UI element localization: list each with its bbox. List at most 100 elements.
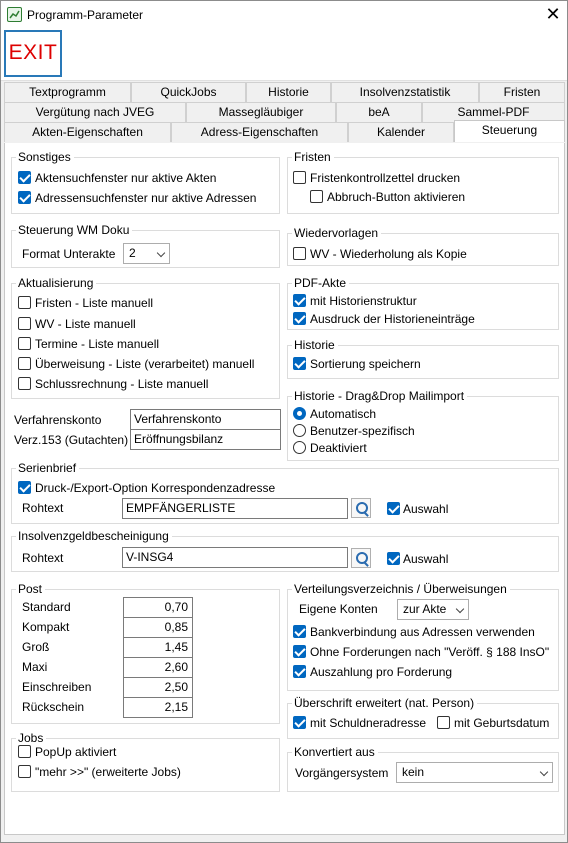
radio-benutzer-spezifisch[interactable] bbox=[293, 424, 306, 437]
checkbox-korrespondenzadresse[interactable] bbox=[18, 481, 31, 494]
input-verz153[interactable]: Eröffnungsbilanz bbox=[130, 429, 281, 450]
group-title-jobs: Jobs bbox=[16, 731, 47, 745]
toolbar bbox=[1, 29, 567, 81]
label-fristenkontrollzettel: Fristenkontrollzettel drucken bbox=[310, 171, 461, 185]
chevron-down-icon bbox=[455, 604, 465, 614]
checkbox-bankverbindung[interactable] bbox=[293, 625, 306, 638]
input-rohtext-serienbrief[interactable]: EMPFÄNGERLISTE bbox=[122, 498, 348, 519]
checkbox-fristen-liste[interactable] bbox=[18, 296, 31, 309]
input-rohtext-insolvenzgeld[interactable]: V-INSG4 bbox=[122, 547, 348, 568]
tab-sammel-pdf[interactable]: Sammel-PDF bbox=[422, 102, 565, 122]
group-title-insolvenzgeld: Insolvenzgeldbescheinigung bbox=[16, 529, 172, 543]
label-post-standard: Standard bbox=[22, 600, 71, 614]
group-title-konvertiert: Konvertiert aus bbox=[292, 745, 378, 759]
checkbox-mehr-jobs[interactable] bbox=[18, 765, 31, 778]
label-schuldneradresse: mit Schuldneradresse bbox=[310, 716, 427, 730]
label-aktensuchfenster: Aktensuchfenster nur aktive Akten bbox=[35, 171, 217, 185]
close-icon[interactable]: ✕ bbox=[542, 4, 564, 26]
radio-automatisch[interactable] bbox=[293, 407, 306, 420]
select-format-unterakte[interactable]: 2 bbox=[123, 243, 170, 264]
group-title-fristen: Fristen bbox=[292, 150, 334, 164]
input-post-gross[interactable]: 1,45 bbox=[123, 637, 193, 658]
select-vorgaengersystem-value: kein bbox=[402, 765, 425, 779]
checkbox-termine-liste[interactable] bbox=[18, 337, 31, 350]
label-abbruch-button: Abbruch-Button aktivieren bbox=[327, 190, 466, 204]
exit-button[interactable]: EXIT bbox=[4, 30, 62, 77]
checkbox-popup[interactable] bbox=[18, 745, 31, 758]
checkbox-schlussrechnung-liste[interactable] bbox=[18, 377, 31, 390]
chevron-down-icon bbox=[156, 248, 166, 258]
tab-textprogramm[interactable]: Textprogramm bbox=[4, 82, 131, 102]
checkbox-geburtsdatum[interactable] bbox=[437, 716, 450, 729]
checkbox-fristenkontrollzettel[interactable] bbox=[293, 171, 306, 184]
label-schlussrechnung-liste: Schlussrechnung - Liste manuell bbox=[35, 377, 209, 391]
input-post-maxi[interactable]: 2,60 bbox=[123, 657, 193, 678]
tab-adress-eigenschaften[interactable]: Adress-Eigenschaften bbox=[171, 122, 348, 142]
app-icon bbox=[7, 7, 22, 22]
group-title-verteilung: Verteilungsverzeichnis / Überweisungen bbox=[292, 582, 510, 596]
label-historieneintraege: Ausdruck der Historieneinträge bbox=[310, 312, 475, 326]
checkbox-adressensuchfenster[interactable] bbox=[18, 191, 31, 204]
label-format-unterakte: Format Unterakte bbox=[22, 247, 116, 261]
tab-historie[interactable]: Historie bbox=[246, 82, 331, 102]
group-title-pdf-akte: PDF-Akte bbox=[292, 276, 350, 290]
label-auswahl-serienbrief: Auswahl bbox=[403, 502, 449, 516]
input-post-einschreiben[interactable]: 2,50 bbox=[123, 677, 193, 698]
label-verz153: Verz.153 (Gutachten) bbox=[14, 433, 129, 447]
label-post-maxi: Maxi bbox=[22, 660, 48, 674]
tab-fristen[interactable]: Fristen bbox=[479, 82, 565, 102]
tab-kalender[interactable]: Kalender bbox=[348, 122, 454, 142]
label-verfahrenskonto: Verfahrenskonto bbox=[14, 413, 102, 427]
select-vorgaengersystem[interactable]: kein bbox=[396, 762, 553, 783]
input-verfahrenskonto[interactable]: Verfahrenskonto bbox=[130, 409, 281, 430]
checkbox-auswahl-serienbrief[interactable] bbox=[387, 502, 400, 515]
checkbox-wv-kopie[interactable] bbox=[293, 247, 306, 260]
label-benutzer-spezifisch: Benutzer-spezifisch bbox=[310, 424, 415, 438]
label-auszahlung-forderung: Auszahlung pro Forderung bbox=[310, 665, 453, 679]
input-post-standard[interactable]: 0,70 bbox=[123, 597, 193, 618]
checkbox-auswahl-insolvenzgeld[interactable] bbox=[387, 552, 400, 565]
group-title-historie: Historie bbox=[292, 338, 338, 352]
checkbox-auszahlung-forderung[interactable] bbox=[293, 665, 306, 678]
window: Programm-Parameter ✕ EXIT Textprogramm Q… bbox=[0, 0, 568, 843]
input-post-kompakt[interactable]: 0,85 bbox=[123, 617, 193, 638]
label-geburtsdatum: mit Geburtsdatum bbox=[454, 716, 550, 730]
checkbox-historieneintraege[interactable] bbox=[293, 312, 306, 325]
group-title-aktualisierung: Aktualisierung bbox=[16, 276, 97, 290]
label-automatisch: Automatisch bbox=[310, 407, 377, 421]
select-eigene-konten[interactable]: zur Akte bbox=[397, 599, 469, 620]
label-korrespondenzadresse: Druck-/Export-Option Korrespondenzadress… bbox=[35, 481, 276, 495]
label-post-gross: Groß bbox=[22, 640, 50, 654]
label-ueberweisung-liste: Überweisung - Liste (verarbeitet) manuel… bbox=[35, 357, 255, 371]
tab-verguetung-jveg[interactable]: Vergütung nach JVEG bbox=[4, 102, 186, 122]
label-wv-kopie: WV - Wiederholung als Kopie bbox=[310, 247, 467, 261]
tab-steuerung[interactable]: Steuerung bbox=[454, 120, 565, 142]
checkbox-schuldneradresse[interactable] bbox=[293, 716, 306, 729]
search-icon[interactable] bbox=[351, 548, 371, 568]
radio-deaktiviert[interactable] bbox=[293, 441, 306, 454]
checkbox-ohne-forderungen[interactable] bbox=[293, 645, 306, 658]
checkbox-historienstruktur[interactable] bbox=[293, 294, 306, 307]
checkbox-abbruch-button[interactable] bbox=[310, 190, 323, 203]
tab-akten-eigenschaften[interactable]: Akten-Eigenschaften bbox=[4, 122, 171, 142]
search-icon[interactable] bbox=[351, 498, 371, 518]
label-post-rueckschein: Rückschein bbox=[22, 700, 85, 714]
group-title-serienbrief: Serienbrief bbox=[16, 461, 80, 475]
group-title-wiedervorlagen: Wiedervorlagen bbox=[292, 226, 382, 240]
checkbox-aktensuchfenster[interactable] bbox=[18, 171, 31, 184]
select-eigene-konten-value: zur Akte bbox=[403, 602, 447, 616]
group-sonstiges bbox=[11, 157, 280, 214]
checkbox-ueberweisung-liste[interactable] bbox=[18, 357, 31, 370]
label-deaktiviert: Deaktiviert bbox=[310, 441, 367, 455]
title-bar: Programm-Parameter ✕ bbox=[1, 1, 567, 29]
checkbox-wv-liste[interactable] bbox=[18, 317, 31, 330]
checkbox-sortierung-speichern[interactable] bbox=[293, 357, 306, 370]
tab-masseglaeubiger[interactable]: Massegläubiger bbox=[186, 102, 336, 122]
tab-quickjobs[interactable]: QuickJobs bbox=[131, 82, 246, 102]
label-fristen-liste: Fristen - Liste manuell bbox=[35, 296, 154, 310]
group-title-ueberschrift: Überschrift erweitert (nat. Person) bbox=[292, 696, 478, 710]
input-post-rueckschein[interactable]: 2,15 bbox=[123, 697, 193, 718]
label-rohtext-insolvenzgeld: Rohtext bbox=[22, 551, 64, 565]
tab-insolvenzstatistik[interactable]: Insolvenzstatistik bbox=[331, 82, 479, 102]
tab-bea[interactable]: beA bbox=[336, 102, 422, 122]
